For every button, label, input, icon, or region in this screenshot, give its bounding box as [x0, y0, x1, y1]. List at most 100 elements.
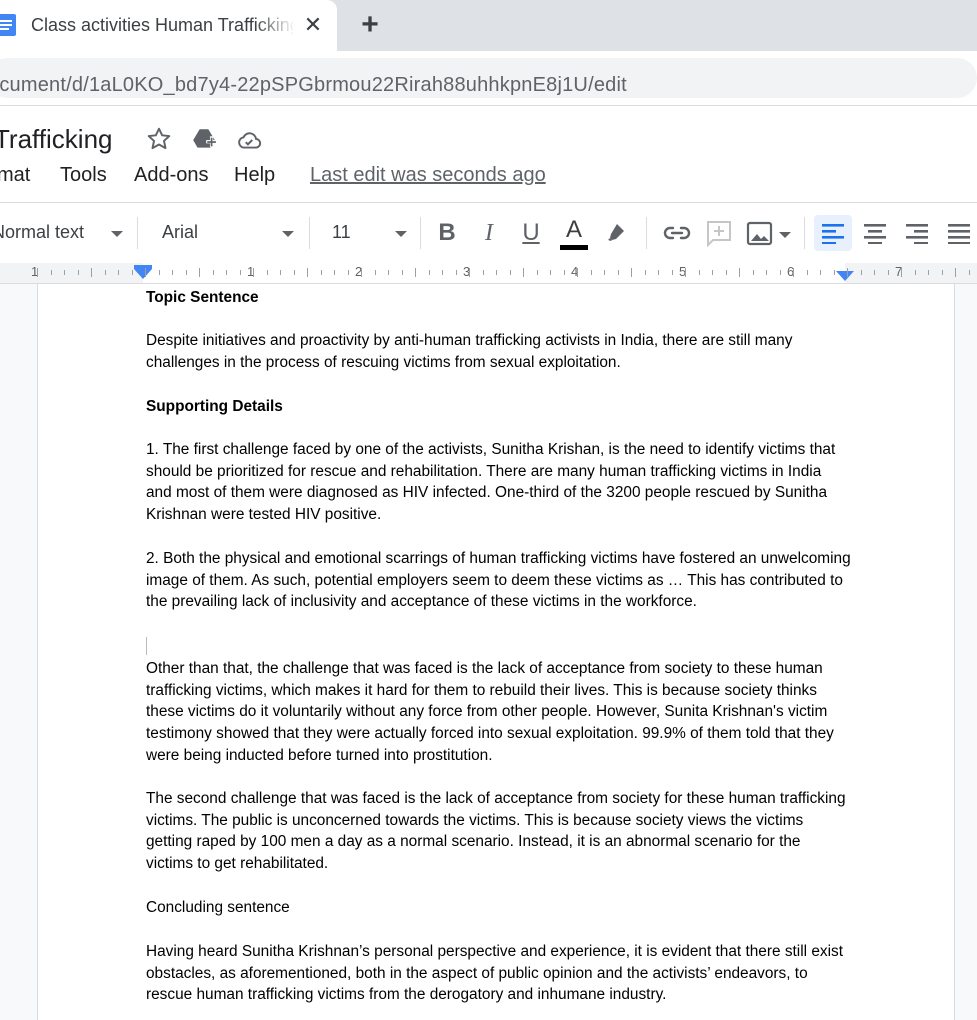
toolbar-divider: [804, 217, 805, 249]
italic-button[interactable]: I: [472, 215, 506, 251]
address-bar[interactable]: ocument/d/1aL0KO_bd7y4-22pSPGbrmou22Rira…: [0, 58, 977, 98]
menu-help[interactable]: Help: [234, 164, 275, 187]
star-icon[interactable]: [146, 126, 172, 152]
ruler-tick: [766, 270, 767, 275]
toolbar-divider: [420, 217, 421, 249]
ruler-tick: [874, 270, 875, 275]
menu-tools[interactable]: Tools: [60, 164, 107, 187]
chevron-down-icon: [111, 231, 123, 237]
ruler-tick: [118, 270, 119, 275]
ruler-tick: [240, 270, 241, 275]
docs-header: Trafficking mat Tools Add-ons Help Last …: [0, 106, 977, 202]
right-indent-marker[interactable]: [836, 271, 854, 281]
font-family-select[interactable]: Arial: [162, 222, 198, 243]
google-docs-icon: [0, 14, 16, 36]
ruler-tick: [618, 270, 619, 275]
ruler-tick: [510, 270, 511, 275]
insert-image-icon[interactable]: [746, 220, 774, 248]
ruler-margin-left: [0, 263, 143, 283]
justify-icon: [948, 224, 970, 244]
ruler-tick: [645, 270, 646, 275]
align-center-button[interactable]: [858, 215, 892, 251]
move-to-drive-icon[interactable]: [191, 126, 217, 152]
menu-add-ons[interactable]: Add-ons: [134, 164, 209, 187]
ruler-tick: [577, 268, 578, 277]
ruler-tick: [496, 270, 497, 275]
address-bar-container: ocument/d/1aL0KO_bd7y4-22pSPGbrmou22Rira…: [0, 51, 977, 106]
last-edit-link[interactable]: Last edit was seconds ago: [310, 164, 546, 187]
text-color-button[interactable]: A: [557, 215, 591, 251]
ruler-tick: [793, 268, 794, 277]
ruler-tick: [523, 268, 524, 277]
justify-button[interactable]: [942, 215, 976, 251]
ruler-tick: [375, 270, 376, 275]
left-indent-marker[interactable]: [134, 269, 152, 279]
chevron-down-icon[interactable]: [779, 232, 791, 238]
align-left-icon: [822, 224, 844, 244]
ruler-tick: [726, 270, 727, 275]
concluding-paragraph: Having heard Sunitha Krishnan’s personal…: [146, 943, 843, 1004]
ruler-tick: [226, 270, 227, 275]
url-text: ocument/d/1aL0KO_bd7y4-22pSPGbrmou22Rira…: [0, 74, 627, 96]
ruler-tick: [672, 270, 673, 275]
bold-button[interactable]: B: [430, 215, 464, 251]
ruler-tick: [37, 268, 38, 277]
toolbar-divider: [309, 217, 310, 249]
tab-close-icon[interactable]: ✕: [301, 13, 325, 37]
align-left-button[interactable]: [814, 215, 852, 251]
font-size-select[interactable]: 11: [332, 222, 351, 243]
ruler-tick: [928, 270, 929, 275]
cloud-saved-icon[interactable]: [236, 127, 262, 153]
ruler[interactable]: 1 1 2 3 4 5 6 7: [0, 263, 977, 284]
add-comment-icon[interactable]: [705, 219, 733, 247]
tab-title: Class activities Human Trafficking: [31, 15, 293, 35]
ruler-tick: [699, 270, 700, 275]
ruler-tick: [294, 270, 295, 275]
ruler-tick: [780, 270, 781, 275]
topic-heading: Topic Sentence: [146, 289, 259, 306]
ruler-tick: [51, 270, 52, 275]
ruler-tick: [429, 270, 430, 275]
ruler-tick: [550, 270, 551, 275]
text-cursor: [146, 637, 147, 655]
insert-link-icon[interactable]: [662, 221, 692, 245]
document-title[interactable]: Trafficking: [0, 124, 113, 155]
browser-tab-active[interactable]: Class activities Human Trafficking ✕: [0, 0, 337, 51]
ruler-tick: [847, 268, 848, 277]
browser-tab-strip: Class activities Human Trafficking ✕ +: [0, 0, 977, 51]
ruler-tick: [685, 268, 686, 277]
ruler-tick: [834, 270, 835, 275]
align-right-button[interactable]: [900, 215, 934, 251]
supporting-heading: Supporting Details: [146, 398, 283, 415]
ruler-tick: [537, 270, 538, 275]
text-color-swatch: [560, 245, 588, 250]
menu-format[interactable]: mat: [0, 164, 30, 187]
ruler-tick: [861, 270, 862, 275]
chevron-down-icon: [395, 231, 407, 237]
ruler-tick: [712, 270, 713, 275]
align-center-icon: [864, 224, 886, 244]
ruler-tick: [915, 270, 916, 275]
document-page[interactable]: Topic Sentence Despite initiatives and p…: [37, 284, 955, 1020]
formatting-toolbar: Normal text Arial 11 B I U A: [0, 202, 977, 264]
ruler-tick: [456, 270, 457, 275]
ruler-tick: [91, 268, 92, 277]
detail-paragraph-1: 1. The first challenge faced by one of t…: [146, 441, 836, 524]
ruler-margin-right: [845, 263, 977, 283]
paragraph-style-select[interactable]: Normal text: [0, 222, 84, 243]
underline-button[interactable]: U: [514, 215, 548, 251]
ruler-tick: [64, 270, 65, 275]
ruler-tick: [604, 270, 605, 275]
new-tab-button[interactable]: +: [356, 10, 384, 40]
ruler-tick: [955, 268, 956, 277]
ruler-tick: [172, 270, 173, 275]
ruler-tick: [564, 270, 565, 275]
ruler-tick: [402, 270, 403, 275]
ruler-tick: [361, 268, 362, 277]
text-color-letter: A: [565, 216, 582, 243]
ruler-tick: [280, 270, 281, 275]
body-paragraph-4: The second challenge that was faced is t…: [146, 790, 846, 873]
highlight-pen-icon[interactable]: [603, 221, 627, 245]
ruler-tick: [658, 270, 659, 275]
ruler-tick: [901, 268, 902, 277]
